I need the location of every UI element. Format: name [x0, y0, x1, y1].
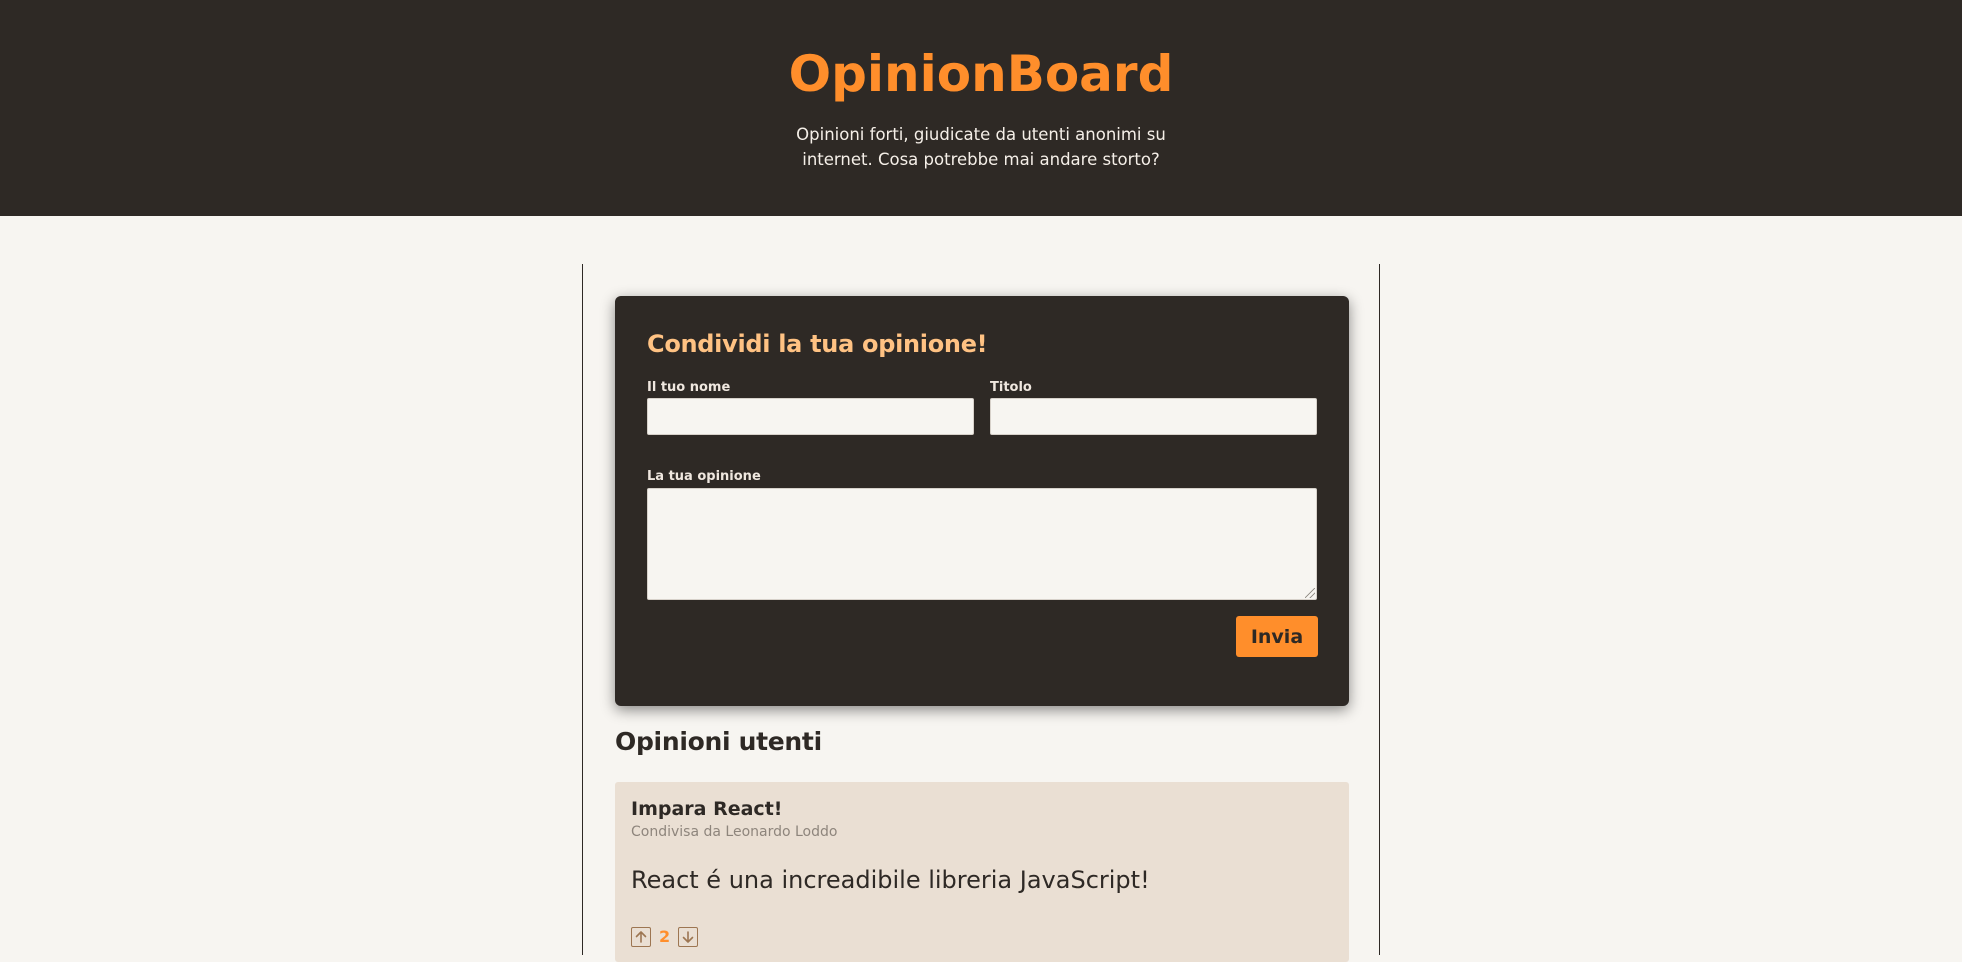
name-field[interactable] — [647, 398, 974, 435]
resize-handle-icon[interactable] — [1305, 588, 1315, 598]
app-tagline: Opinioni forti, giudicate da utenti anon… — [796, 125, 1166, 169]
form-title: Condividi la tua opinione! — [647, 330, 988, 358]
title-label: Titolo — [990, 380, 1032, 395]
arrow-down-icon — [682, 931, 694, 943]
opinions-section-title: Opinioni utenti — [615, 727, 822, 756]
upvote-button[interactable] — [631, 927, 651, 947]
page-header: OpinionBoard Opinioni forti, giudicate d… — [0, 0, 1962, 216]
opinion-body: React é una increadibile libreria JavaSc… — [631, 866, 1150, 894]
vote-controls: 2 — [631, 927, 699, 947]
main-content: Condividi la tua opinione! Il tuo nome T… — [582, 264, 1380, 962]
app-title: OpinionBoard — [788, 45, 1174, 103]
vote-count: 2 — [659, 927, 671, 946]
opinion-author: Condivisa da Leonardo Loddo — [631, 824, 838, 840]
opinion-title: Impara React! — [631, 798, 783, 820]
opinion-card: Impara React! Condivisa da Leonardo Lodd… — [615, 782, 1349, 962]
opinion-textarea-wrapper — [647, 488, 1317, 600]
submit-button[interactable]: Invia — [1236, 616, 1318, 657]
name-label: Il tuo nome — [647, 380, 731, 395]
opinion-label: La tua opinione — [647, 469, 761, 484]
arrow-up-icon — [635, 931, 647, 943]
title-field[interactable] — [990, 398, 1317, 435]
opinion-textarea[interactable] — [647, 488, 1317, 600]
opinion-form: Condividi la tua opinione! Il tuo nome T… — [615, 296, 1349, 706]
downvote-button[interactable] — [678, 927, 699, 947]
